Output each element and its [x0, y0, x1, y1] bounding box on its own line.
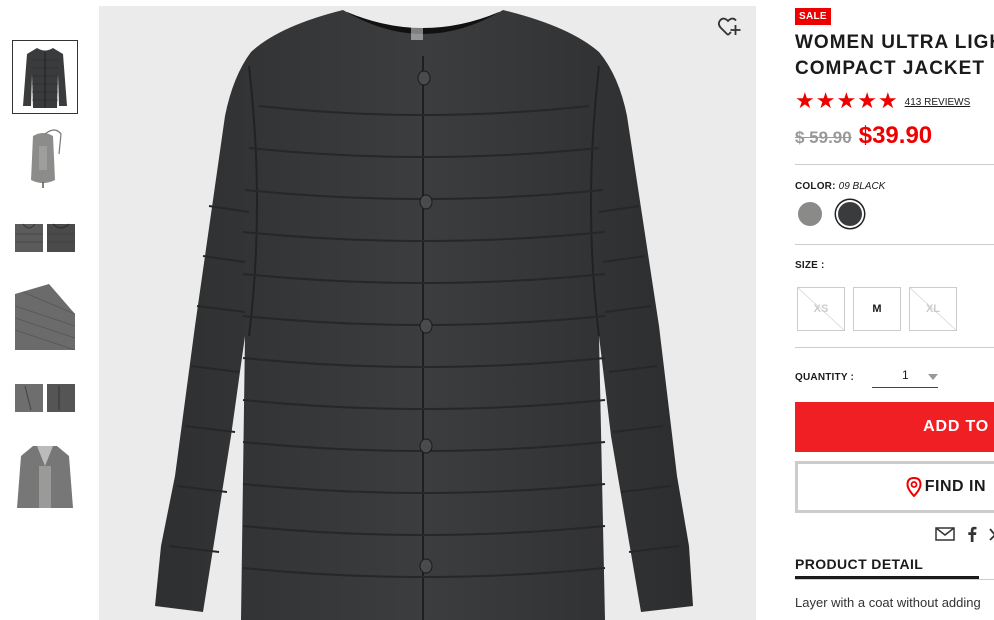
thumbnail-packed-pouch[interactable] — [12, 120, 78, 194]
mail-icon — [935, 527, 955, 541]
quantity-label: QUANTITY : — [795, 371, 855, 383]
star-icon: ★ — [857, 88, 877, 113]
color-label: COLOR: — [795, 181, 836, 192]
product-detail-heading[interactable]: PRODUCT DETAIL — [795, 556, 979, 579]
wishlist-button[interactable] — [717, 16, 742, 38]
star-icon: ★ — [795, 88, 815, 113]
chevron-down-icon — [928, 374, 939, 380]
find-in-store-button[interactable]: FIND IN — [795, 461, 994, 513]
color-selector: COLOR: 09 BLACK — [795, 181, 994, 192]
product-image — [99, 6, 756, 620]
heart-plus-icon — [717, 17, 741, 36]
product-info-panel: SALE WOMEN ULTRA LIGHT COMPACT JACKET ★ … — [795, 6, 994, 610]
sale-price: $39.90 — [858, 122, 933, 149]
price-block: $ 59.90 $39.90 — [795, 122, 994, 150]
rating: ★ ★ ★ ★ ★ 413 REVIEWS — [795, 90, 994, 112]
divider — [795, 164, 994, 165]
thumbnail-fabric-detail[interactable] — [12, 280, 78, 354]
product-page: SALE WOMEN ULTRA LIGHT COMPACT JACKET ★ … — [0, 0, 994, 620]
divider — [795, 579, 994, 580]
size-label: SIZE : — [795, 260, 825, 271]
size-options: XS M XL — [797, 287, 994, 331]
reviews-link[interactable]: 413 REVIEWS — [905, 97, 971, 108]
original-price: $ 59.90 — [795, 128, 852, 147]
thumbnail-front-view[interactable] — [12, 40, 78, 114]
quantity-select[interactable]: 1 — [872, 366, 939, 388]
product-title-line2: COMPACT JACKET — [795, 58, 985, 79]
color-swatches — [798, 202, 994, 226]
size-option-xs[interactable]: XS — [797, 287, 845, 331]
quantity-value: 1 — [902, 368, 909, 382]
jacket-image — [155, 10, 693, 620]
product-detail-text: Layer with a coat without adding — [795, 595, 981, 610]
facebook-icon — [968, 526, 977, 542]
size-option-xl[interactable]: XL — [909, 287, 957, 331]
email-share-button[interactable] — [935, 527, 955, 541]
find-in-store-label: FIND IN — [924, 478, 986, 495]
quantity-row: QUANTITY : 1 — [795, 366, 994, 388]
thumbnail-styled-view[interactable] — [12, 440, 78, 514]
rating-stars: ★ ★ ★ ★ ★ — [795, 90, 899, 112]
thumbnail-list — [12, 40, 80, 520]
facebook-share-button[interactable] — [967, 526, 977, 542]
thumbnail-pocket-detail[interactable] — [12, 360, 78, 434]
star-icon: ★ — [877, 88, 898, 113]
color-swatch-gray[interactable] — [798, 202, 822, 226]
product-title-line1: WOMEN ULTRA LIGHT — [795, 32, 994, 53]
product-title: WOMEN ULTRA LIGHT COMPACT JACKET — [795, 30, 994, 82]
location-pin-icon — [906, 477, 922, 497]
star-icon: ★ — [815, 88, 836, 113]
twitter-icon — [989, 528, 994, 541]
add-to-cart-label: ADD TO — [923, 418, 989, 435]
share-icons — [795, 526, 994, 542]
twitter-share-button[interactable] — [989, 527, 994, 541]
divider — [795, 347, 994, 348]
divider — [795, 244, 994, 245]
star-icon: ★ — [836, 88, 857, 113]
sale-badge: SALE — [795, 8, 831, 25]
size-option-m[interactable]: M — [853, 287, 901, 331]
color-swatch-black[interactable] — [838, 202, 862, 226]
color-value: 09 BLACK — [838, 181, 886, 192]
add-to-cart-button[interactable]: ADD TO — [795, 402, 994, 452]
thumbnail-collar-detail[interactable] — [12, 200, 78, 274]
